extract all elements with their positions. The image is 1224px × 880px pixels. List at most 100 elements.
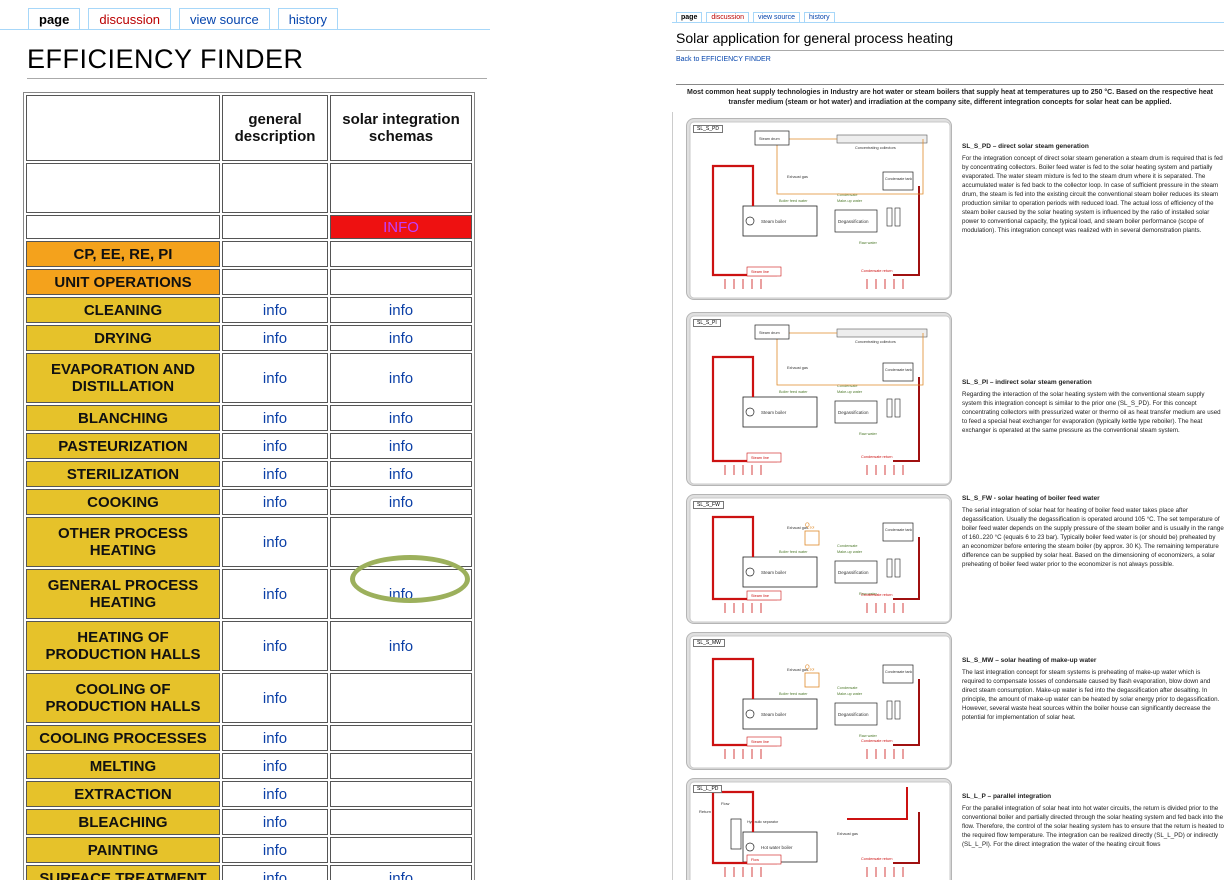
burner-shape bbox=[745, 567, 755, 577]
info-link[interactable]: info bbox=[389, 638, 413, 655]
info-link[interactable]: info bbox=[263, 330, 287, 347]
condensate-return-label: Condensate return bbox=[861, 739, 892, 743]
red-info-cell[interactable]: INFO bbox=[330, 215, 472, 239]
general-description-cell[interactable]: info bbox=[222, 673, 328, 723]
info-link[interactable]: info bbox=[263, 466, 287, 483]
info-link[interactable]: info bbox=[263, 494, 287, 511]
general-description-cell[interactable]: info bbox=[222, 865, 328, 880]
table-row: BLANCHING info info bbox=[26, 405, 472, 431]
water-treatment-shape bbox=[894, 558, 901, 578]
tab-page[interactable]: page bbox=[676, 12, 703, 22]
info-link[interactable]: info bbox=[263, 690, 287, 707]
tab-underline bbox=[672, 22, 1224, 23]
tab-discussion[interactable]: discussion bbox=[706, 12, 750, 22]
category-label: MELTING bbox=[26, 753, 220, 779]
info-link[interactable]: info bbox=[263, 302, 287, 319]
general-description-cell[interactable]: info bbox=[222, 725, 328, 751]
scheme-tag: SL_S_PI bbox=[693, 319, 721, 327]
general-description-cell[interactable]: info bbox=[222, 489, 328, 515]
scheme-description: SL_S_PD – direct solar steam generation F… bbox=[962, 142, 1224, 235]
hydraulic-separator-label: Hydraulic separator bbox=[747, 820, 779, 824]
tab-discussion[interactable]: discussion bbox=[88, 8, 172, 30]
collectors-label: Concentrating collectors bbox=[855, 340, 896, 344]
info-link[interactable]: info bbox=[389, 410, 413, 427]
tab-history[interactable]: history bbox=[804, 12, 835, 22]
boiler-label: Steam boiler bbox=[761, 712, 787, 717]
tab-view-source[interactable]: view source bbox=[179, 8, 270, 30]
solar-integration-cell[interactable]: info bbox=[330, 621, 472, 671]
info-link[interactable]: info bbox=[263, 786, 287, 803]
info-link[interactable]: info bbox=[389, 438, 413, 455]
info-link[interactable]: info bbox=[263, 870, 287, 880]
info-link[interactable]: info bbox=[263, 758, 287, 775]
exhaust-gas-label: Exhaust gas bbox=[837, 832, 858, 836]
solar-integration-cell[interactable]: info bbox=[330, 489, 472, 515]
info-link[interactable]: info bbox=[389, 302, 413, 319]
solar-integration-cell bbox=[330, 269, 472, 295]
info-link[interactable]: info bbox=[263, 814, 287, 831]
info-link[interactable]: info bbox=[263, 370, 287, 387]
red-info-link[interactable]: INFO bbox=[383, 219, 419, 236]
info-link[interactable]: info bbox=[263, 730, 287, 747]
condensate-label: Condensate bbox=[837, 686, 857, 690]
scheme-diagram-box: Steam boiler Degassification Condensate ta… bbox=[686, 118, 952, 300]
general-description-cell[interactable]: info bbox=[222, 809, 328, 835]
condensate-tank-shape bbox=[882, 362, 914, 382]
table-row-empty bbox=[26, 163, 472, 213]
general-description-cell[interactable]: info bbox=[222, 297, 328, 323]
general-description-cell[interactable]: info bbox=[222, 325, 328, 351]
scheme-text: Regarding the interaction of the solar h… bbox=[962, 391, 1221, 434]
solar-integration-cell[interactable]: info bbox=[330, 353, 472, 403]
table-header-row: general description solar integration sc… bbox=[26, 95, 472, 161]
general-description-cell[interactable]: info bbox=[222, 353, 328, 403]
general-description-cell[interactable]: info bbox=[222, 781, 328, 807]
tab-history[interactable]: history bbox=[277, 8, 338, 30]
solar-integration-cell[interactable]: info bbox=[330, 325, 472, 351]
solar-integration-cell[interactable]: info bbox=[330, 433, 472, 459]
category-label: EXTRACTION bbox=[26, 781, 220, 807]
info-link[interactable]: info bbox=[263, 638, 287, 655]
general-description-cell[interactable]: info bbox=[222, 837, 328, 863]
tab-view-source[interactable]: view source bbox=[753, 12, 800, 22]
info-link[interactable]: info bbox=[263, 438, 287, 455]
general-description-cell[interactable]: info bbox=[222, 517, 328, 567]
burner-shape bbox=[745, 407, 755, 417]
general-description-cell bbox=[222, 269, 328, 295]
category-label: PAINTING bbox=[26, 837, 220, 863]
makeup-water-label: Make-up water bbox=[837, 199, 863, 203]
category-label: SURFACE TREATMENT bbox=[26, 865, 220, 880]
info-link[interactable]: info bbox=[389, 330, 413, 347]
info-link[interactable]: info bbox=[263, 586, 287, 603]
category-label: CLEANING bbox=[26, 297, 220, 323]
general-description-cell[interactable]: info bbox=[222, 461, 328, 487]
general-description-cell[interactable]: info bbox=[222, 433, 328, 459]
general-description-cell[interactable]: info bbox=[222, 621, 328, 671]
solar-integration-cell[interactable]: info bbox=[330, 865, 472, 880]
back-link[interactable]: Back to EFFICIENCY FINDER bbox=[676, 56, 771, 63]
solar-integration-cell[interactable]: info bbox=[330, 461, 472, 487]
info-link[interactable]: info bbox=[389, 370, 413, 387]
general-description-cell[interactable]: info bbox=[222, 753, 328, 779]
general-description-cell[interactable]: info bbox=[222, 405, 328, 431]
category-label: UNIT OPERATIONS bbox=[26, 269, 220, 295]
info-link[interactable]: info bbox=[263, 410, 287, 427]
condensate-tank-label: Condensate tank bbox=[885, 670, 912, 674]
solar-integration-cell[interactable]: info bbox=[330, 405, 472, 431]
diagram-canvas bbox=[689, 635, 951, 769]
category-label: PASTEURIZATION bbox=[26, 433, 220, 459]
table-row: COOLING OF PRODUCTION HALLS info bbox=[26, 673, 472, 723]
condensate-return-label: Condensate return bbox=[861, 857, 892, 861]
info-link[interactable]: info bbox=[389, 870, 413, 880]
solar-integration-cell[interactable]: info bbox=[330, 297, 472, 323]
highlight-ellipse bbox=[350, 555, 470, 603]
info-link[interactable]: info bbox=[389, 494, 413, 511]
info-link[interactable]: info bbox=[389, 466, 413, 483]
condensate-return-label: Condensate return bbox=[861, 269, 892, 273]
category-label: CP, EE, RE, PI bbox=[26, 241, 220, 267]
boiler-feed-water-label: Boiler feed water bbox=[779, 692, 808, 696]
info-link[interactable]: info bbox=[263, 842, 287, 859]
steam-line-label: Flow bbox=[751, 858, 759, 862]
info-link[interactable]: info bbox=[263, 534, 287, 551]
general-description-cell[interactable]: info bbox=[222, 569, 328, 619]
tab-page[interactable]: page bbox=[28, 8, 81, 30]
